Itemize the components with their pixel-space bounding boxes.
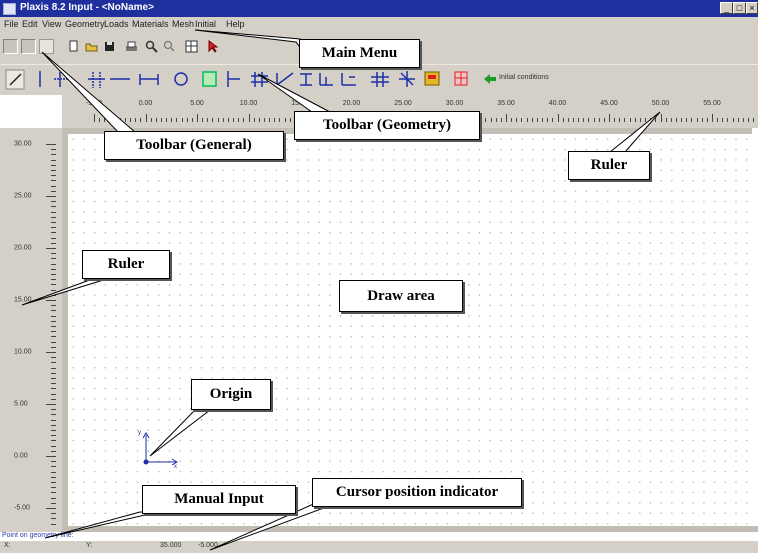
callout-cursor-position: Cursor position indicator (312, 478, 522, 507)
callout-ruler-left: Ruler (82, 250, 170, 279)
callout-manual-input: Manual Input (142, 485, 296, 514)
callout-toolbar-general: Toolbar (General) (104, 131, 284, 160)
callout-ruler-top: Ruler (568, 151, 650, 180)
callout-main-menu: Main Menu (299, 39, 420, 68)
callout-draw-area: Draw area (339, 280, 463, 312)
callout-toolbar-geometry: Toolbar (Geometry) (294, 111, 480, 140)
callout-origin: Origin (191, 379, 271, 410)
